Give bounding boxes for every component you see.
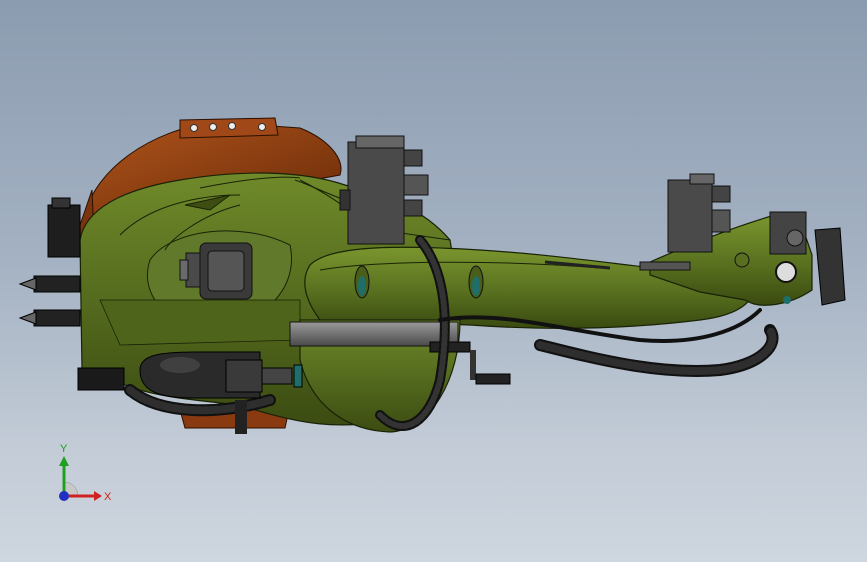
y-axis-label: Y xyxy=(60,443,68,455)
3d-model-view[interactable] xyxy=(0,0,867,562)
graphics-viewport[interactable]: Y X xyxy=(0,0,867,562)
x-axis-label: X xyxy=(104,491,112,503)
y-axis-arrow xyxy=(59,456,69,466)
axis-triad: Y X xyxy=(59,443,112,503)
z-axis-dot xyxy=(59,491,69,501)
x-axis-arrow xyxy=(94,491,102,501)
